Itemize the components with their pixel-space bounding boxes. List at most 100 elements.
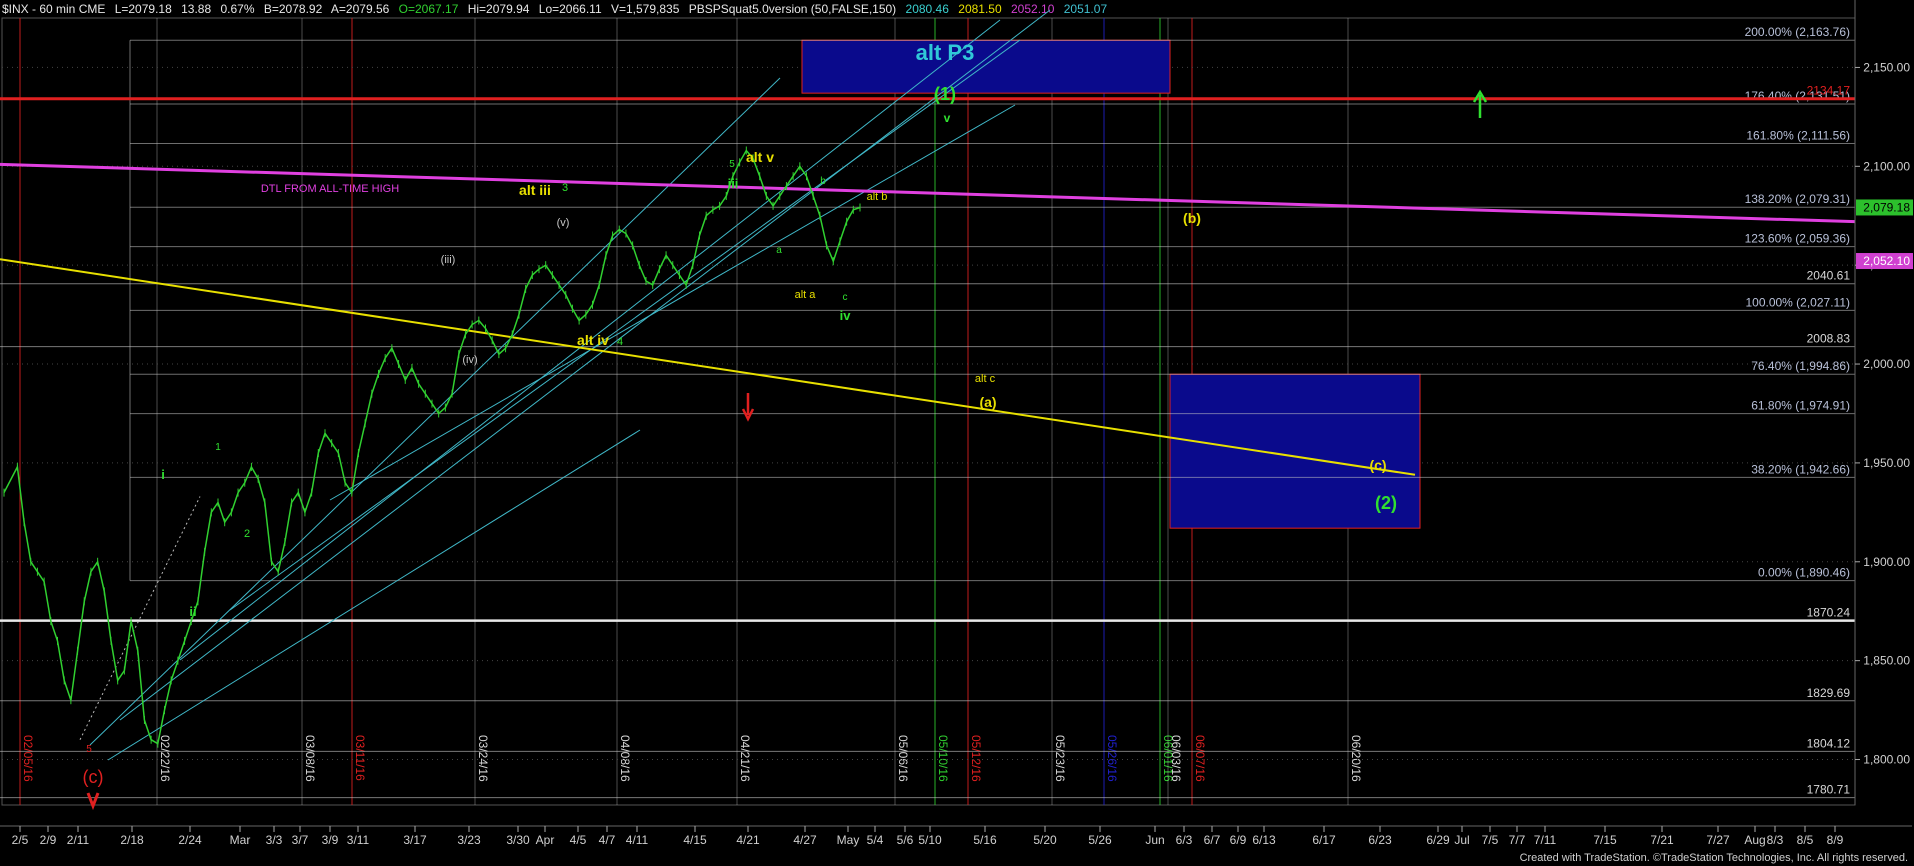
time-tick-label: 7/15: [1593, 833, 1617, 847]
vertical-date-label: 06/03/16: [1169, 735, 1183, 782]
wave-label: alt iii: [519, 182, 551, 198]
time-tick-label: 7/27: [1706, 833, 1730, 847]
vertical-date-label: 04/21/16: [738, 735, 752, 782]
price-chart[interactable]: 02/05/16 02/22/16 03/08/16 03/11/16 03/24/16…: [0, 0, 1914, 866]
time-tick-label: 2/18: [120, 833, 144, 847]
footer-credit: Created with TradeStation. ©TradeStation…: [1519, 852, 1908, 864]
time-tick-label: 6/9: [1230, 833, 1247, 847]
wave-label: 5: [729, 159, 735, 170]
time-tick-label: Apr: [536, 833, 555, 847]
vertical-date-label: 05/10/16: [936, 735, 950, 782]
wave-label: (c): [83, 767, 104, 787]
wave-label: alt a: [795, 289, 817, 301]
fib-level-label: 161.80% (2,111.56): [1746, 128, 1850, 142]
wave-label: DTL FROM ALL-TIME HIGH: [261, 183, 399, 195]
time-tick-label: 2/9: [40, 833, 57, 847]
time-tick-label: 2/5: [12, 833, 29, 847]
wave-label: b: [820, 176, 826, 187]
time-tick-label: 3/3: [266, 833, 283, 847]
wave-label: (v): [557, 217, 570, 229]
wave-label: iv: [840, 308, 852, 323]
time-tick-label: 2/24: [178, 833, 202, 847]
support-level-label: 1870.24: [1807, 606, 1851, 620]
last-price-label: 2,079.18: [1863, 200, 1910, 214]
wave-label: alt c: [975, 373, 996, 385]
wave-label: 5: [86, 744, 92, 755]
support-level-label: 1829.69: [1807, 686, 1851, 700]
time-tick-label: 4/7: [599, 833, 616, 847]
time-tick-label: 3/17: [403, 833, 427, 847]
fib-level-label: 100.00% (2,027.11): [1745, 295, 1850, 309]
price-tick-label: 1,850.00: [1863, 654, 1910, 668]
time-tick-label: 5/4: [867, 833, 884, 847]
price-tick-label: 1,800.00: [1863, 753, 1910, 767]
time-tick-label: 6/7: [1204, 833, 1221, 847]
wave-label: alt iv: [577, 332, 609, 348]
time-tick-label: 3/7: [292, 833, 309, 847]
time-tick-label: 3/9: [322, 833, 339, 847]
fib-level-label: 61.80% (1,974.91): [1751, 399, 1850, 413]
time-tick-label: 6/29: [1426, 833, 1450, 847]
vertical-date-label: 03/08/16: [303, 735, 317, 782]
time-tick-label: Jun: [1145, 833, 1164, 847]
time-tick-label: Mar: [230, 833, 251, 847]
support-level-label: 1804.12: [1807, 736, 1851, 750]
wave-label: 4: [617, 336, 623, 348]
time-tick-label: 3/11: [347, 833, 370, 847]
vertical-date-label: 02/22/16: [158, 735, 172, 782]
time-tick-label: 6/17: [1312, 833, 1336, 847]
time-tick-label: Jul: [1454, 833, 1469, 847]
wave-label: (b): [1183, 210, 1201, 226]
time-tick-label: 5/10: [918, 833, 942, 847]
time-tick-label: 7/11: [1534, 833, 1557, 847]
price-tick-label: 2,100.00: [1863, 159, 1910, 173]
wave-label: 2: [244, 528, 250, 540]
wave-label: (2): [1375, 493, 1397, 513]
wave-label: (a): [979, 394, 996, 410]
support-level-label: 2134.17: [1807, 84, 1851, 98]
time-tick-label: 5/26: [1088, 833, 1112, 847]
wave-label: alt v: [746, 149, 774, 165]
upper-target-box: [801, 39, 1171, 94]
fib-level-label: 38.20% (1,942.66): [1751, 462, 1850, 476]
wave-label: iii: [728, 176, 739, 191]
vertical-date-label: 05/06/16: [896, 735, 910, 782]
vertical-date-label: 05/12/16: [969, 735, 983, 782]
wave-label: ii: [189, 604, 196, 619]
plot-frame: [1, 17, 1856, 806]
time-tick-label: 6/23: [1368, 833, 1392, 847]
time-tick-label: 3/23: [457, 833, 481, 847]
time-tick-label: 4/27: [793, 833, 817, 847]
wave-label: 3: [562, 182, 568, 194]
time-tick-label: 5/20: [1033, 833, 1057, 847]
price-tick-label: 2,000.00: [1863, 357, 1910, 371]
price-tick-label: 1,900.00: [1863, 555, 1910, 569]
wave-label: i: [161, 467, 165, 482]
time-tick-label: 3/30: [506, 833, 530, 847]
wave-label: 1: [215, 442, 221, 453]
vertical-date-label: 05/23/16: [1053, 735, 1067, 782]
time-tick-label: 5/6: [897, 833, 914, 847]
vertical-date-label: 03/11/16: [353, 735, 367, 781]
time-tick-label: 7/21: [1650, 833, 1674, 847]
fib-level-label: 123.60% (2,059.36): [1745, 232, 1850, 246]
time-tick-label: 6/3: [1176, 833, 1193, 847]
vertical-date-label: 05/26/16: [1105, 735, 1119, 782]
price-tick-label: 2,150.00: [1863, 60, 1910, 74]
vertical-date-label: 02/05/16: [21, 735, 35, 782]
wave-label: alt P3: [916, 40, 975, 65]
vertical-date-label: 06/20/16: [1349, 735, 1363, 782]
support-level-label: 1780.71: [1807, 783, 1851, 797]
time-tick-label: 7/7: [1509, 833, 1526, 847]
time-tick-label: May: [837, 833, 860, 847]
vertical-date-label: 04/08/16: [618, 735, 632, 782]
time-tick-label: 7/5: [1482, 833, 1499, 847]
time-tick-label: 2/11: [67, 833, 90, 847]
time-tick-label: 4/21: [736, 833, 760, 847]
time-tick-label: 6/13: [1252, 833, 1276, 847]
fib-level-label: 76.40% (1,994.86): [1751, 359, 1850, 373]
time-tick-label: 4/15: [683, 833, 707, 847]
fib-level-label: 138.20% (2,079.31): [1745, 192, 1850, 206]
indicator-price-label: 2,052.10: [1863, 254, 1910, 268]
wave-label: v: [944, 111, 951, 125]
